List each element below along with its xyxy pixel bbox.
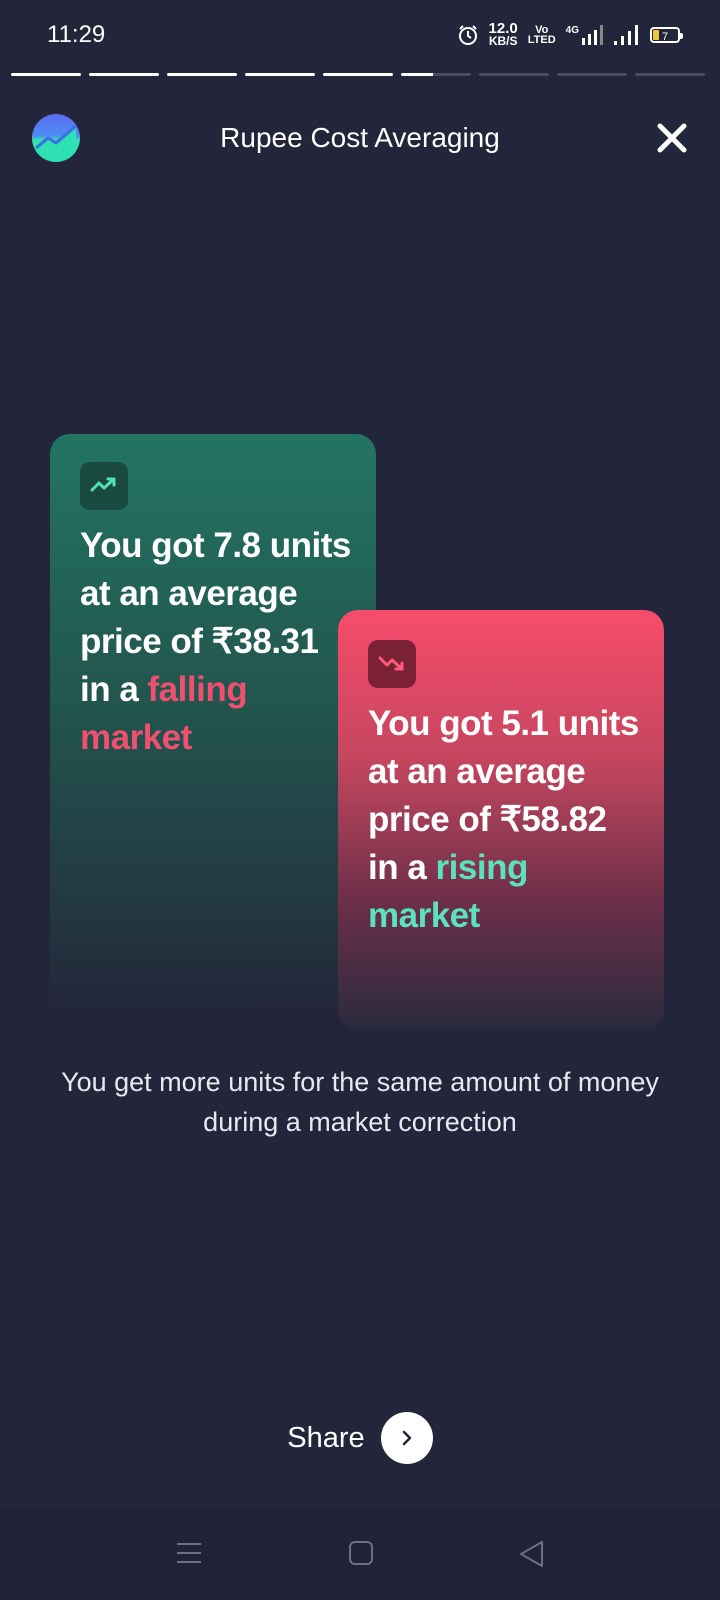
falling-market-card: You got 7.8 units at an average price of…	[50, 434, 376, 1014]
caption: You get more units for the same amount o…	[61, 1067, 659, 1137]
battery-level: 7	[661, 30, 669, 43]
system-nav-bar	[0, 1510, 720, 1600]
header: Rupee Cost Averaging	[0, 110, 720, 166]
speed-unit: KB/S	[488, 34, 518, 48]
status-time: 11:29	[47, 21, 106, 48]
badge-falling	[80, 462, 128, 510]
progress-segment	[401, 73, 471, 76]
menu-icon[interactable]	[176, 1540, 202, 1566]
falling-card-text: You got 7.8 units at an average price of…	[80, 522, 356, 762]
progress-fill	[167, 73, 237, 76]
progress-segment	[89, 73, 159, 76]
volte-indicator: Vo LTED	[527, 23, 556, 46]
progress-segment	[167, 73, 237, 76]
home-square-icon[interactable]	[348, 1540, 374, 1566]
chevron-right-icon	[402, 1430, 411, 1446]
status-bar: 11:29 12.0 KB/S Vo LTED 4G 7	[0, 0, 720, 70]
progress-segment	[635, 73, 705, 76]
progress-fill	[323, 73, 393, 76]
progress-segment	[11, 73, 81, 76]
network-type: 4G	[565, 24, 579, 36]
story-progress	[11, 73, 705, 76]
page-title: Rupee Cost Averaging	[220, 122, 500, 153]
rising-card-text: You got 5.1 units at an average price of…	[368, 700, 644, 940]
network-speed: 12.0 KB/S	[488, 21, 518, 48]
progress-fill	[89, 73, 159, 76]
badge-rising	[368, 640, 416, 688]
progress-segment	[479, 73, 549, 76]
progress-fill	[11, 73, 81, 76]
share-button[interactable]	[380, 1412, 433, 1464]
status-icons: 12.0 KB/S Vo LTED 4G 7	[457, 21, 683, 48]
progress-fill	[401, 73, 433, 76]
progress-segment	[245, 73, 315, 76]
volte-top: Vo	[535, 23, 549, 36]
progress-segment	[557, 73, 627, 76]
battery-icon: 7	[650, 26, 683, 43]
signal-4g: 4G	[565, 24, 604, 45]
trend-up-icon	[90, 477, 116, 492]
share-row[interactable]: Share	[0, 1412, 720, 1464]
volte-bottom: LTED	[527, 33, 556, 46]
signal-bars-icon-2	[614, 24, 638, 45]
trend-down-icon	[378, 656, 404, 671]
signal-bars-icon	[582, 24, 603, 45]
close-icon[interactable]	[652, 118, 692, 158]
rising-market-card: You got 5.1 units at an average price of…	[338, 610, 664, 1030]
back-triangle-icon[interactable]	[518, 1540, 544, 1568]
alarm-icon	[458, 24, 477, 45]
share-label[interactable]: Share	[287, 1422, 364, 1455]
progress-segment	[323, 73, 393, 76]
progress-fill	[245, 73, 315, 76]
